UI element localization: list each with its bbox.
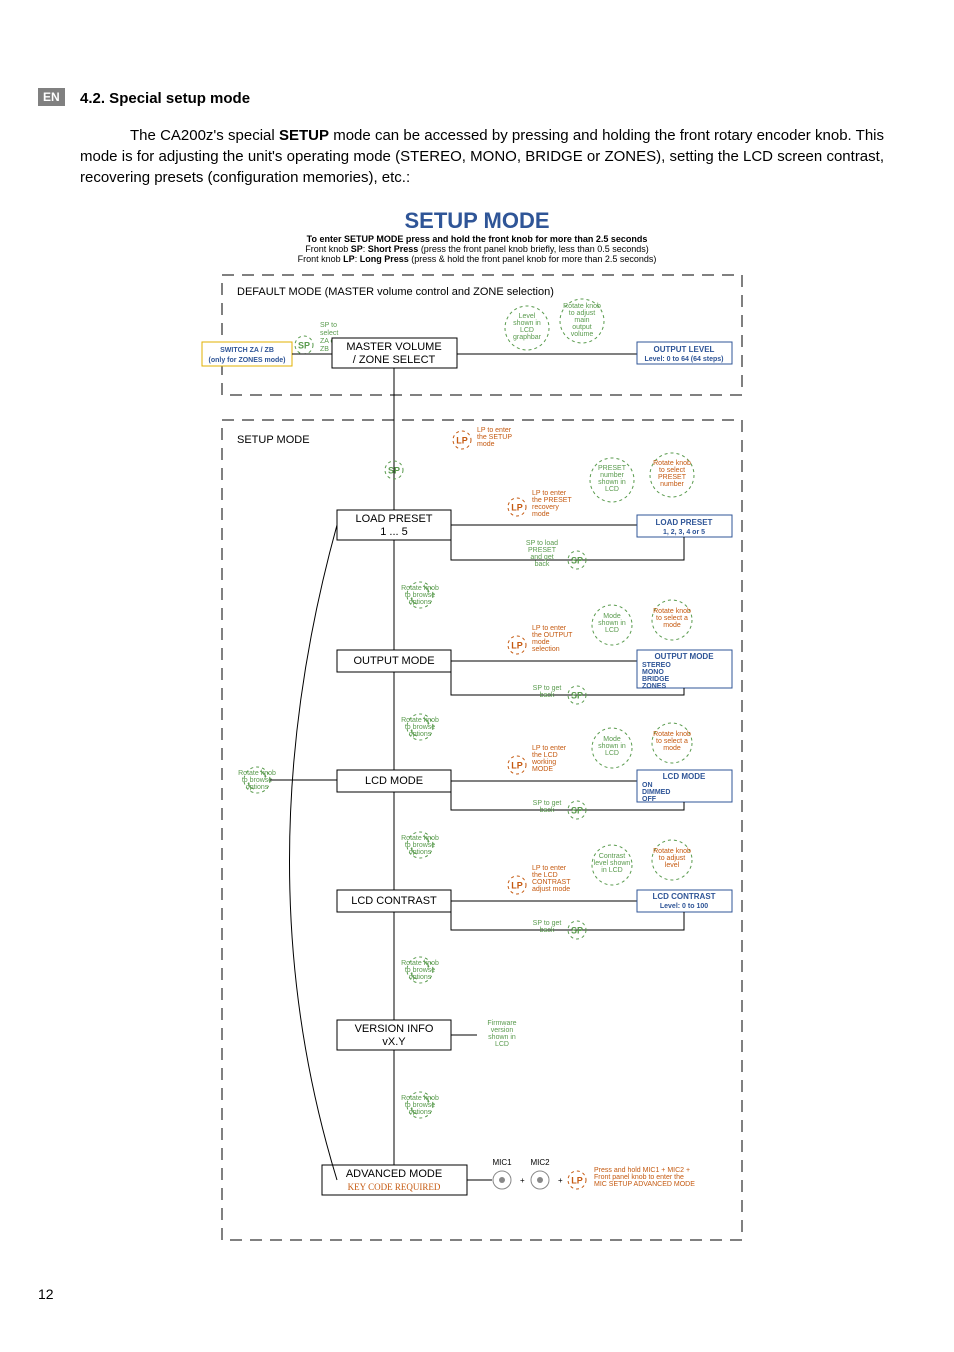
svg-text:DEFAULT MODE (MASTER volume co: DEFAULT MODE (MASTER volume control and … <box>237 286 554 298</box>
svg-text:LP to enterthe PRESETrecoverym: LP to enterthe PRESETrecoverymode <box>532 490 572 518</box>
svg-text:Rotate knobto select amode: Rotate knobto select amode <box>653 608 691 629</box>
svg-text:1, 2, 3, 4 or 5: 1, 2, 3, 4 or 5 <box>663 529 705 536</box>
svg-text:LP to enterthe LCDCONTRASTadju: LP to enterthe LCDCONTRASTadjust mode <box>532 865 571 893</box>
svg-text:Level: 0 to 100: Level: 0 to 100 <box>660 903 708 910</box>
svg-text:SETUP MODE: SETUP MODE <box>237 434 310 446</box>
svg-text:LCD CONTRAST: LCD CONTRAST <box>351 895 437 907</box>
svg-text:OUTPUT MODE: OUTPUT MODE <box>654 652 714 661</box>
flowchart-svg: SP LP DEFAULT MODE (MASTER volume contro… <box>182 270 772 1250</box>
svg-text:Rotate knobto adjustlevel: Rotate knobto adjustlevel <box>653 848 691 869</box>
svg-text:Rotate knobto browseoptions: Rotate knobto browseoptions <box>401 960 439 981</box>
svg-text:LCD MODE: LCD MODE <box>365 775 423 787</box>
svg-text:Rotate knobto browseoptions: Rotate knobto browseoptions <box>401 835 439 856</box>
setup-mode-diagram: SETUP MODE To enter SETUP MODE press and… <box>182 208 772 1250</box>
svg-text:LOAD PRESET: LOAD PRESET <box>355 513 432 525</box>
svg-text:MIC1: MIC1 <box>492 1158 512 1167</box>
svg-text:STEREO: STEREO <box>642 662 671 669</box>
language-badge: EN <box>38 88 65 106</box>
svg-text:/ ZONE SELECT: / ZONE SELECT <box>353 354 436 366</box>
svg-text:Rotate knobto browseoptions: Rotate knobto browseoptions <box>401 717 439 738</box>
svg-text:PRESETnumbershown inLCD: PRESETnumbershown inLCD <box>598 465 627 493</box>
svg-text:LP to enterthe LCDworkingMODE: LP to enterthe LCDworkingMODE <box>531 745 567 773</box>
svg-text:+: + <box>520 1176 525 1185</box>
svg-text:Rotate knobto adjustmainoutput: Rotate knobto adjustmainoutputvolume <box>563 303 601 338</box>
diagram-subtitle-3: Front knob LP: Long Press (press & hold … <box>182 254 772 264</box>
svg-text:OFF: OFF <box>642 796 657 803</box>
svg-text:+: + <box>558 1176 563 1185</box>
diagram-subtitle-2: Front knob SP: Short Press (press the fr… <box>182 244 772 254</box>
diagram-subtitle-1: To enter SETUP MODE press and hold the f… <box>182 234 772 244</box>
svg-text:MONO: MONO <box>642 669 664 676</box>
svg-text:1 ... 5: 1 ... 5 <box>380 526 408 538</box>
svg-text:SP to loadPRESETand getback: SP to loadPRESETand getback <box>526 540 558 568</box>
svg-text:Rotate knobto browseoptions: Rotate knobto browseoptions <box>401 585 439 606</box>
svg-text:Press and hold MIC1 + MIC2 +Fr: Press and hold MIC1 + MIC2 +Front panel … <box>594 1167 695 1188</box>
svg-text:Rotate knobto selectPRESETnumb: Rotate knobto selectPRESETnumber <box>653 460 691 488</box>
svg-text:LCD MODE: LCD MODE <box>663 772 706 781</box>
svg-text:LP to enterthe OUTPUTmodeselec: LP to enterthe OUTPUTmodeselection <box>532 625 573 653</box>
svg-text:KEY CODE REQUIRED: KEY CODE REQUIRED <box>348 1182 441 1192</box>
svg-text:ON: ON <box>642 782 653 789</box>
svg-text:(only for ZONES mode): (only for ZONES mode) <box>209 357 286 364</box>
svg-text:OUTPUT LEVEL: OUTPUT LEVEL <box>654 345 715 354</box>
svg-text:VERSION INFO: VERSION INFO <box>355 1023 434 1035</box>
svg-text:MIC2: MIC2 <box>530 1158 550 1167</box>
svg-text:Levelshown inLCDgraphbar: Levelshown inLCDgraphbar <box>513 313 542 341</box>
svg-text:BRIDGE: BRIDGE <box>642 676 670 683</box>
section-body: The CA200z's special SETUP mode can be a… <box>80 125 884 188</box>
svg-text:Rotate knobto browseoptions: Rotate knobto browseoptions <box>401 1095 439 1116</box>
svg-text:MASTER VOLUME: MASTER VOLUME <box>346 341 441 353</box>
svg-text:SP to getback: SP to getback <box>533 685 562 699</box>
svg-text:ADVANCED MODE: ADVANCED MODE <box>346 1168 442 1180</box>
svg-text:LP to enterthe SETUPmode: LP to enterthe SETUPmode <box>477 427 512 448</box>
diagram-title: SETUP MODE <box>182 208 772 234</box>
svg-text:SP to getback: SP to getback <box>533 920 562 934</box>
svg-text:SWITCH ZA / ZB: SWITCH ZA / ZB <box>220 347 274 354</box>
svg-text:Rotate knobto select amode: Rotate knobto select amode <box>653 731 691 752</box>
svg-text:Level: 0 to 64 (64 steps): Level: 0 to 64 (64 steps) <box>645 356 724 363</box>
svg-text:ZONES: ZONES <box>642 683 666 690</box>
svg-text:Contrastlevel shownin LCD: Contrastlevel shownin LCD <box>594 853 631 874</box>
svg-text:LCD CONTRAST: LCD CONTRAST <box>652 892 715 901</box>
page-number: 12 <box>38 1286 54 1302</box>
svg-text:Modeshown inLCD: Modeshown inLCD <box>598 736 626 757</box>
svg-text:vX.Y: vX.Y <box>382 1036 406 1048</box>
svg-text:SP to getback: SP to getback <box>533 800 562 814</box>
section-title: 4.2. Special setup mode <box>80 90 884 107</box>
svg-text:Modeshown inLCD: Modeshown inLCD <box>598 613 626 634</box>
svg-text:Firmwareversionshown inLCD: Firmwareversionshown inLCD <box>487 1020 516 1048</box>
svg-text:LOAD PRESET: LOAD PRESET <box>656 518 713 527</box>
svg-text:OUTPUT MODE: OUTPUT MODE <box>353 655 434 667</box>
svg-text:DIMMED: DIMMED <box>642 789 670 796</box>
